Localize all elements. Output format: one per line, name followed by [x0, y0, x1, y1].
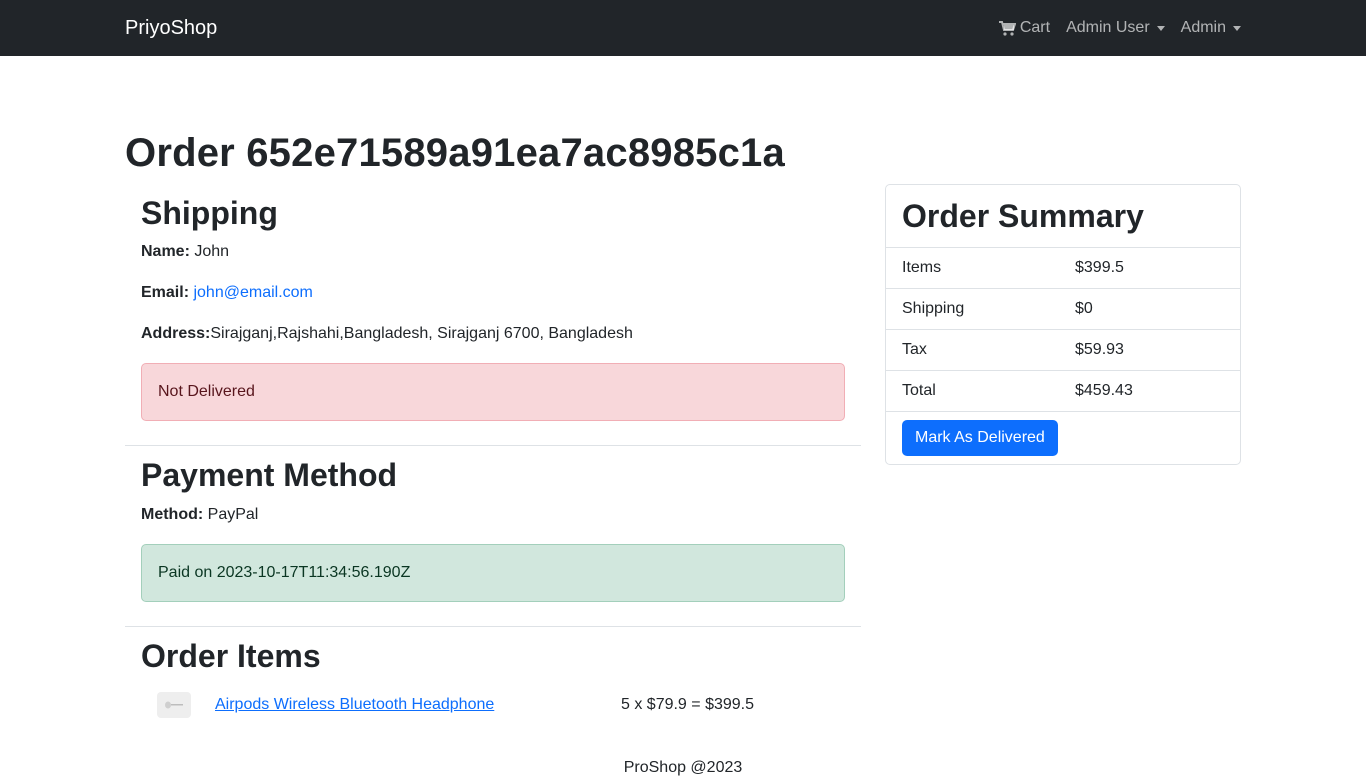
list-item: Airpods Wireless Bluetooth Headphone 5 x… [141, 683, 845, 719]
footer: ProShop @2023 [623, 759, 743, 776]
chevron-down-icon [1156, 25, 1165, 31]
cart-label: Cart [1019, 19, 1051, 36]
method-label: Method: [141, 505, 204, 523]
order-items-heading: Order Items [141, 637, 321, 674]
shipping-email: Email: john@email.com [141, 281, 845, 305]
name-value: John [194, 243, 230, 261]
payment-section: Payment Method Method: PayPal Paid on 20… [125, 446, 861, 627]
delivery-status-alert: Not Delivered [141, 363, 845, 422]
summary-label: Total [902, 382, 936, 400]
nav-right: Cart Admin User Admin [998, 19, 1241, 37]
payment-status-alert: Paid on 2023-10-17T11:34:56.190Z [141, 543, 845, 602]
address-value: Sirajganj,Rajshahi,Bangladesh, Sirajganj… [210, 325, 633, 343]
summary-action-row: Mark As Delivered [886, 412, 1240, 464]
shipping-heading: Shipping [141, 195, 278, 231]
item-subtotal: 5 x $79.9 = $399.5 [621, 696, 754, 714]
cart-icon [998, 20, 1016, 36]
order-summary-card: Order Summary Items $399.5 Shipping $0 T… [885, 184, 1241, 466]
order-details-column: Shipping Name: John Email: john@email.co… [125, 184, 861, 719]
summary-value: $59.93 [1075, 341, 1124, 359]
mark-as-delivered-button[interactable]: Mark As Delivered [902, 420, 1058, 457]
payment-heading: Payment Method [141, 457, 398, 494]
shipping-name: Name: John [141, 240, 845, 264]
summary-value: $0 [1075, 300, 1093, 318]
order-summary-heading: Order Summary [886, 185, 1240, 249]
summary-row-tax: Tax $59.93 [886, 330, 1240, 372]
address-label: Address: [141, 325, 211, 343]
shipping-address: Address:Sirajganj,Rajshahi,Bangladesh, S… [141, 322, 845, 346]
email-link[interactable]: john@email.com [193, 284, 312, 301]
summary-row-shipping: Shipping $0 [886, 289, 1240, 331]
order-items-section: Order Items Airpods Wireless Bluetooth H… [125, 627, 861, 719]
page-title: Order 652e71589a91ea7ac8985c1a [125, 131, 785, 175]
cart-link[interactable]: Cart [998, 19, 1051, 37]
shipping-section: Shipping Name: John Email: john@email.co… [125, 184, 861, 447]
summary-label: Tax [902, 341, 927, 359]
method-value: PayPal [207, 505, 259, 523]
brand-link[interactable]: PriyoShop [125, 17, 217, 40]
payment-method: Method: PayPal [141, 503, 845, 527]
summary-row-total: Total $459.43 [886, 371, 1240, 413]
admin-menu-dropdown[interactable]: Admin [1181, 19, 1241, 37]
summary-value: $459.43 [1075, 382, 1133, 400]
email-label: Email: [141, 284, 190, 302]
navbar: PriyoShop Cart Admin User Admin [0, 0, 1366, 56]
chevron-down-icon [1233, 25, 1241, 31]
product-link[interactable]: Airpods Wireless Bluetooth Headphone [215, 696, 621, 714]
name-label: Name: [141, 243, 190, 261]
summary-label: Items [902, 259, 942, 277]
summary-row-items: Items $399.5 [886, 248, 1240, 290]
summary-label: Shipping [902, 300, 965, 318]
user-menu-label: Admin User [1066, 19, 1150, 36]
product-image [157, 692, 191, 719]
user-menu-dropdown[interactable]: Admin User [1066, 19, 1165, 37]
admin-menu-label: Admin [1180, 19, 1226, 36]
summary-value: $399.5 [1075, 259, 1124, 277]
